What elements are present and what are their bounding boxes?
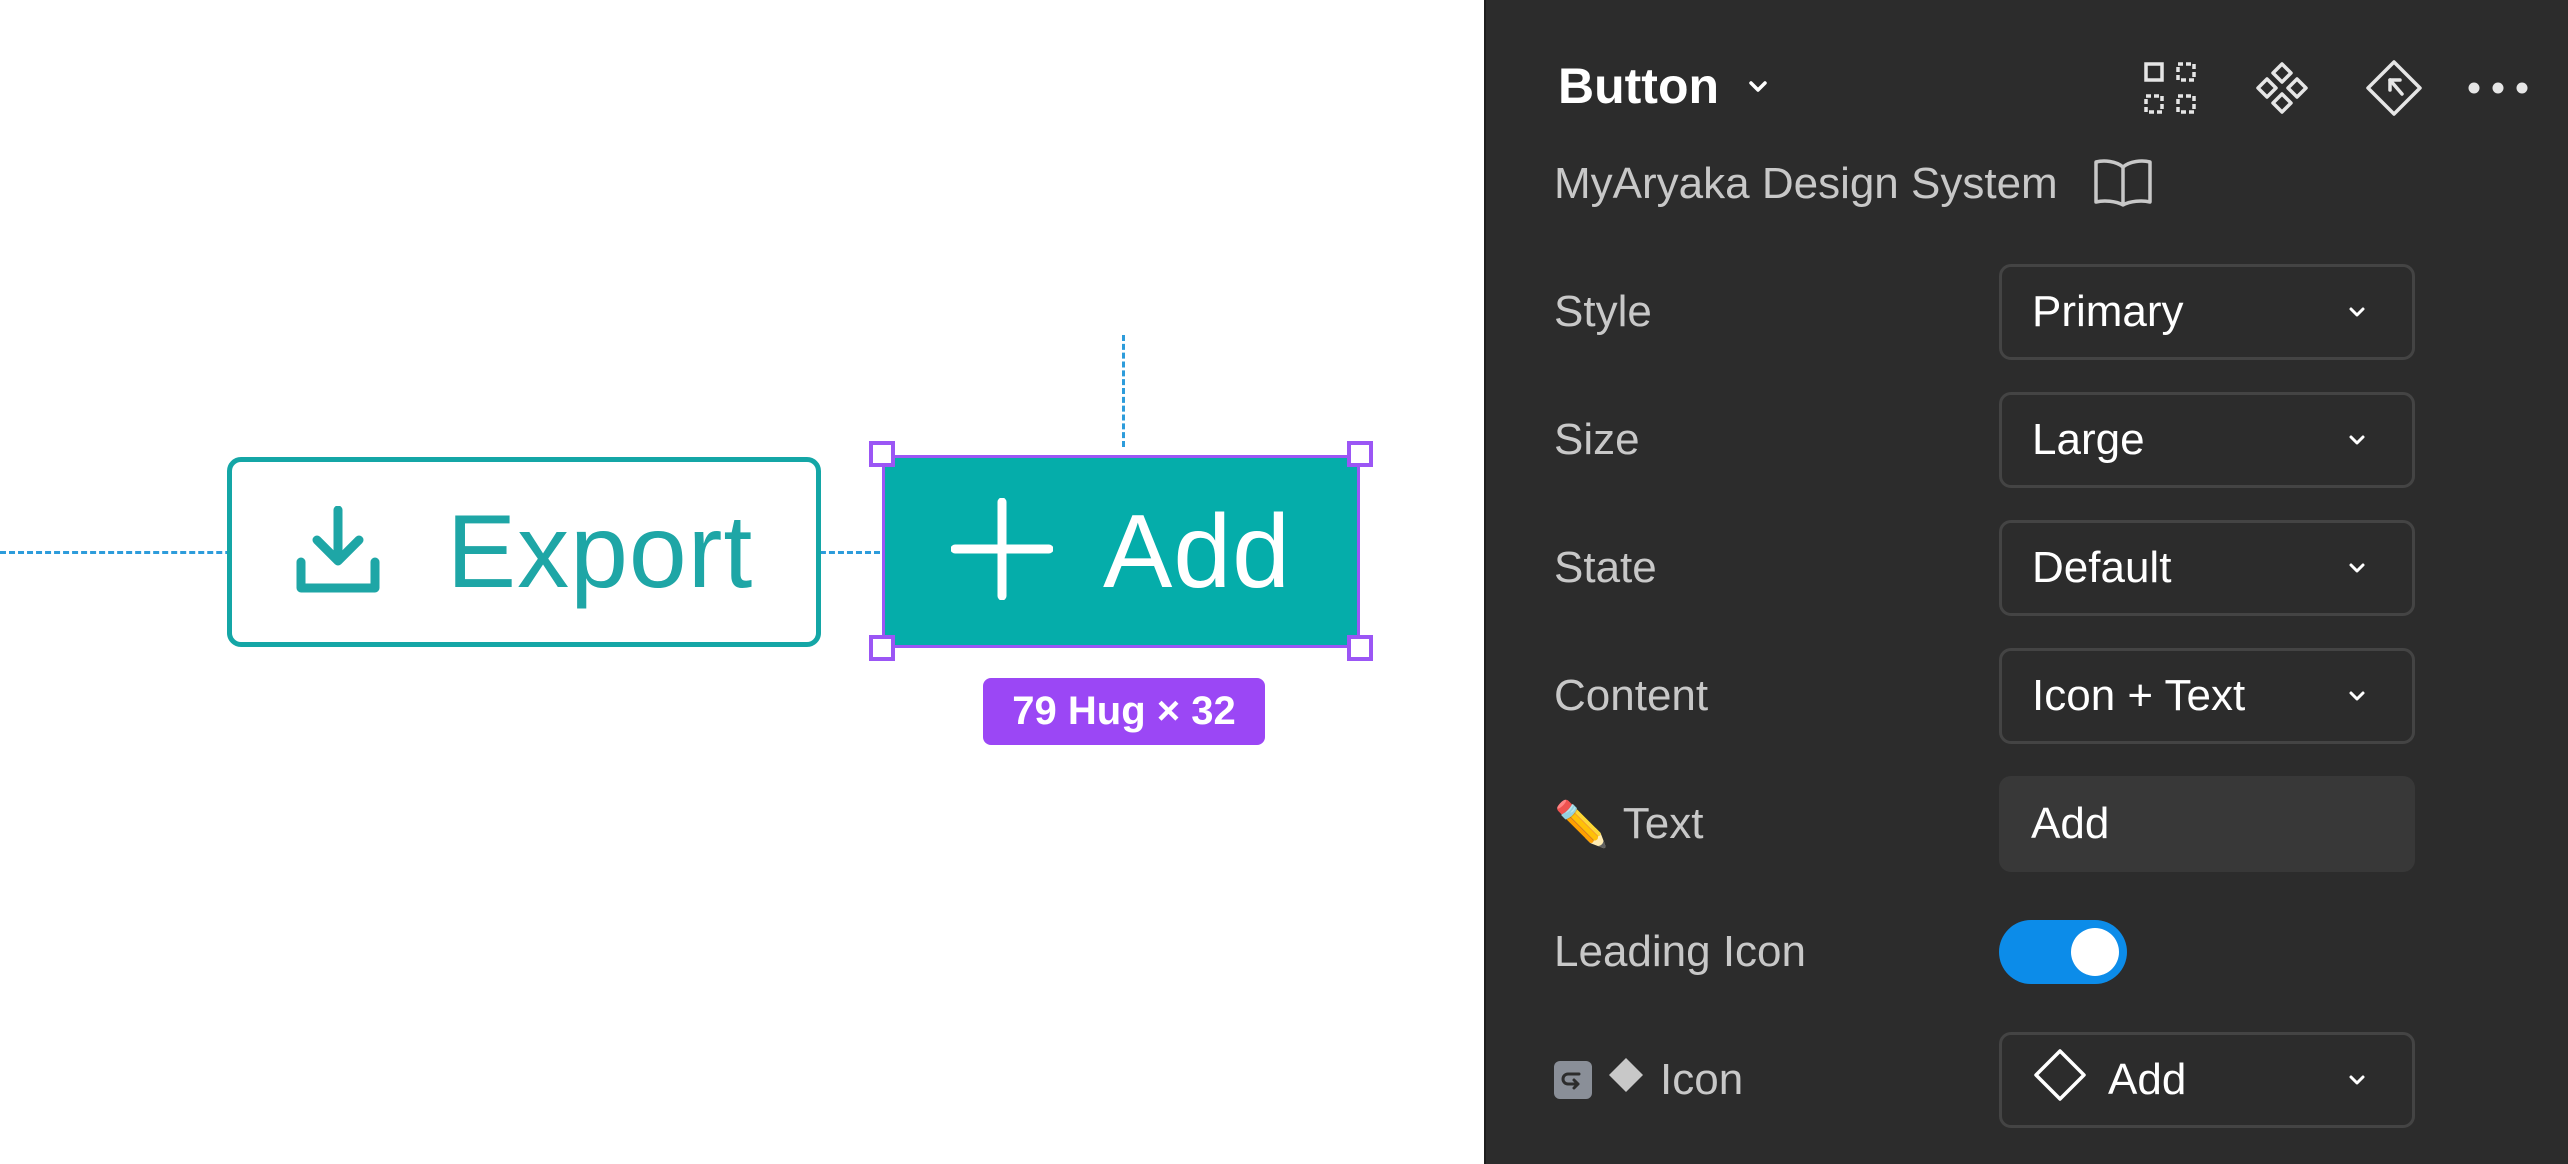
diamond-instance-icon [1606,1055,1646,1106]
content-value: Icon + Text [2032,671,2246,720]
chevron-down-icon [2344,299,2370,325]
vertical-alignment-guide [1122,335,1125,447]
export-button-label: Export [446,494,754,610]
add-button[interactable]: Add [882,455,1360,648]
style-dropdown[interactable]: Primary [1999,264,2415,360]
library-name: MyAryaka Design System [1554,159,2058,208]
selection-size-badge: 79 Hug × 32 [983,678,1265,745]
leading-icon-toggle[interactable] [1999,920,2127,984]
resize-handle-bottom-left[interactable] [869,635,895,661]
state-value: Default [2032,543,2172,592]
state-dropdown[interactable]: Default [1999,520,2415,616]
size-label: Size [1554,415,1640,464]
size-value: Large [2032,415,2145,464]
resize-handle-top-right[interactable] [1347,441,1373,467]
text-input[interactable]: Add [1999,776,2415,872]
chevron-down-icon [2344,1067,2370,1093]
content-label: Content [1554,671,1709,720]
chevron-down-icon [2344,427,2370,453]
icon-label: Icon [1660,1055,1744,1104]
content-dropdown[interactable]: Icon + Text [1999,648,2415,744]
diamond-outline-icon [2032,1047,2088,1114]
resize-handle-top-left[interactable] [869,441,895,467]
plus-icon [950,497,1054,605]
library-link[interactable]: MyAryaka Design System [1554,152,2154,216]
design-canvas[interactable]: Export Add 79 Hug × 32 [0,0,1484,1164]
style-label: Style [1554,287,1652,336]
resize-handle-bottom-right[interactable] [1347,635,1373,661]
state-label: State [1554,543,1657,592]
text-label: Text [1622,799,1704,848]
download-icon [295,505,381,599]
size-dropdown[interactable]: Large [1999,392,2415,488]
chevron-down-icon [2344,683,2370,709]
more-options-icon[interactable] [2466,56,2530,120]
select-instances-icon[interactable] [2138,56,2202,120]
style-value: Primary [2032,287,2184,336]
export-button[interactable]: Export [227,457,821,647]
book-icon [2092,157,2154,212]
pencil-icon: ✏️ [1554,800,1609,849]
toggle-knob [2071,928,2119,976]
add-button-label: Add [1102,493,1292,610]
go-to-main-component-icon[interactable] [2362,56,2426,120]
nested-instance-icon [1554,1061,1592,1099]
chevron-down-icon [2344,555,2370,581]
component-icon[interactable] [2250,56,2314,120]
icon-value: Add [2108,1055,2187,1104]
leading-icon-label: Leading Icon [1554,927,1806,976]
icon-swap-dropdown[interactable]: Add [1999,1032,2415,1128]
